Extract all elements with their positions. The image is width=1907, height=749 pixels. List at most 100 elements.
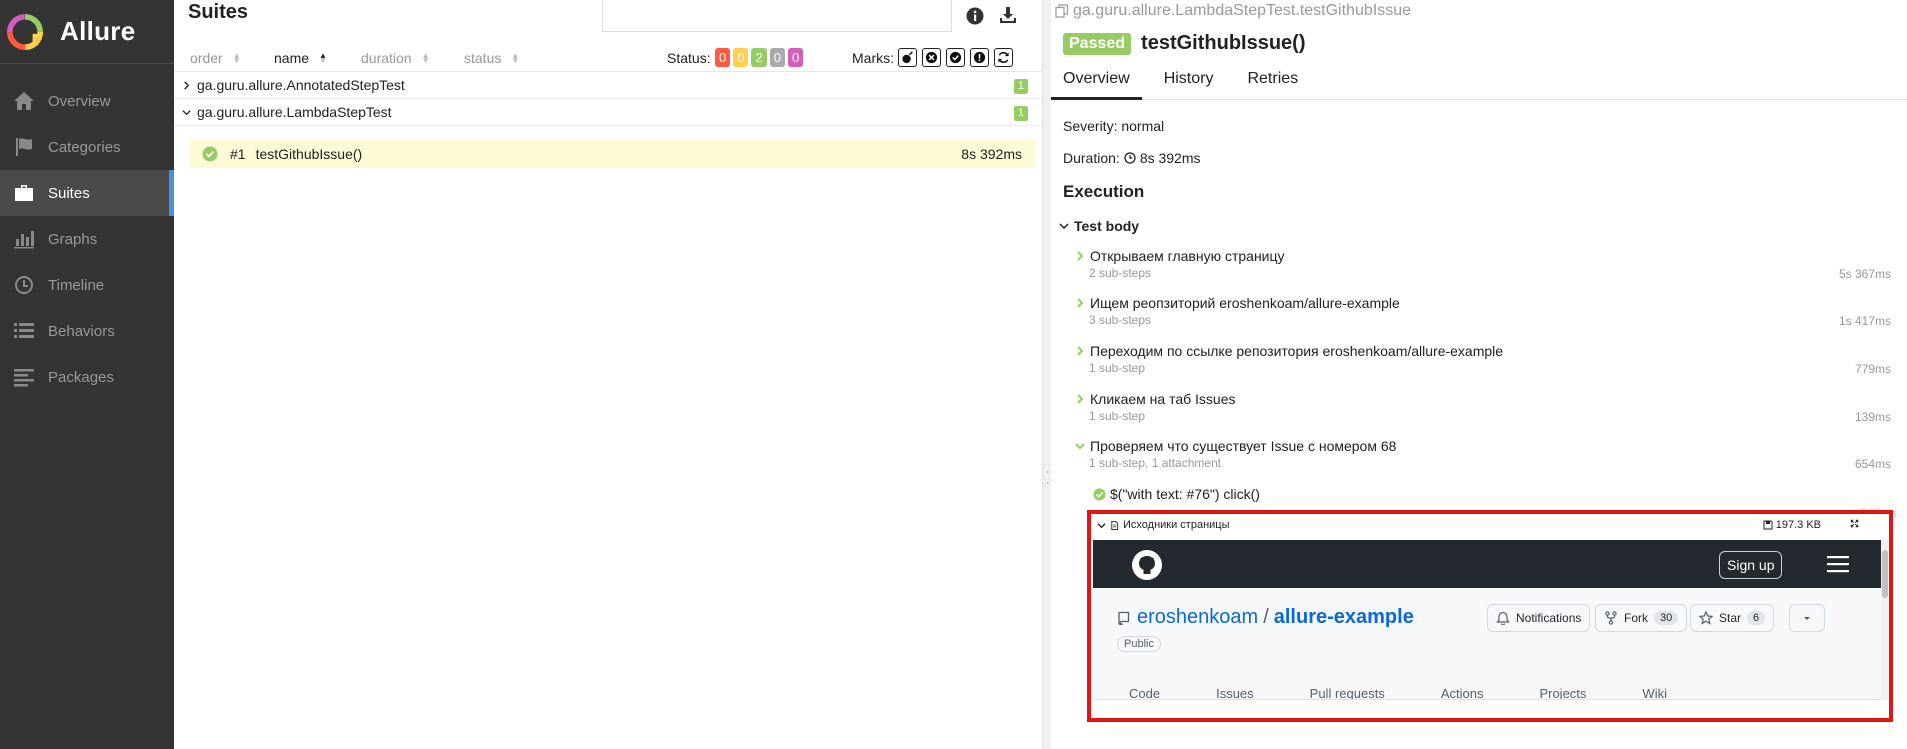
suite-group-row[interactable]: ga.guru.allure.LambdaStepTest 1 <box>174 99 1042 126</box>
tab-history[interactable]: History <box>1152 66 1226 100</box>
chevron-right-icon <box>1077 298 1084 308</box>
sidebar: Allure Overview Categories Suites Graphs… <box>0 0 174 749</box>
step-row[interactable]: Ищем реопзиторий eroshenkoam/allure-exam… <box>1075 295 1895 328</box>
sidebar-item-label: Packages <box>48 368 114 386</box>
github-tab-issues[interactable]: Issues <box>1216 686 1254 699</box>
step-duration: 654ms <box>1854 457 1891 471</box>
github-tab-code[interactable]: Code <box>1129 686 1160 699</box>
test-duration: 8s 392ms <box>961 146 1022 162</box>
severity: Severity: normal <box>1063 118 1165 134</box>
caret-down-icon <box>1804 617 1810 620</box>
github-star-button[interactable]: Star 6 <box>1690 604 1775 632</box>
status-failed-toggle[interactable]: 0 <box>715 48 731 67</box>
status-skipped-toggle[interactable]: 0 <box>769 48 785 67</box>
step-duration: 779ms <box>1854 362 1891 376</box>
status-badge: Passed <box>1063 32 1132 55</box>
sort-order-label: order <box>190 50 223 66</box>
chevron-down-icon <box>1059 223 1069 230</box>
attachment-header[interactable]: Исходники страницы 197.3 KB <box>1091 514 1889 536</box>
sidebar-item-overview[interactable]: Overview <box>0 78 174 124</box>
github-signup-button[interactable]: Sign up <box>1719 551 1783 579</box>
sidebar-item-timeline[interactable]: Timeline <box>0 262 174 308</box>
step-row[interactable]: Кликаем на таб Issues 1 sub-step 139ms <box>1075 391 1895 424</box>
substep-row[interactable]: $("with text: #76") click() <box>1093 486 1260 502</box>
attachment-size-text: 197.3 KB <box>1775 519 1821 531</box>
test-name: testGithubIssue() <box>255 146 363 162</box>
sort-duration[interactable]: duration ▲ ▼ <box>361 50 430 66</box>
sidebar-item-graphs[interactable]: Graphs <box>0 216 174 262</box>
tab-retries[interactable]: Retries <box>1235 66 1310 100</box>
sort-status[interactable]: status ▲ ▼ <box>464 50 519 66</box>
download-icon[interactable] <box>998 5 1018 25</box>
attachment-preview[interactable]: Sign up eroshenkoam / allure-example Pub… <box>1093 540 1885 700</box>
github-fork-count: 30 <box>1654 611 1679 625</box>
times-circle-icon <box>925 51 938 64</box>
execution-title: Execution <box>1063 182 1145 201</box>
clock-icon <box>1124 152 1136 164</box>
github-tab-pulls[interactable]: Pull requests <box>1310 686 1385 699</box>
github-tab-projects[interactable]: Projects <box>1539 686 1586 699</box>
mark-flaky-toggle[interactable] <box>898 48 917 67</box>
status-passed-toggle[interactable]: 2 <box>751 48 767 67</box>
file-icon <box>1111 520 1119 530</box>
sidebar-item-label: Categories <box>48 138 121 156</box>
step-duration: 5s 367ms <box>1838 267 1891 281</box>
step-substeps: 1 sub-step <box>1089 361 1146 375</box>
sort-name[interactable]: name ▲ ▼ <box>274 50 327 66</box>
suite-group-row[interactable]: ga.guru.allure.AnnotatedStepTest 1 <box>174 72 1042 99</box>
chevron-right-icon <box>182 80 192 90</box>
allure-report-app: Allure Overview Categories Suites Graphs… <box>0 0 1907 749</box>
repo-icon <box>1118 611 1130 625</box>
search-input[interactable] <box>602 0 952 32</box>
attachment-name: Исходники страницы <box>1123 519 1230 531</box>
pane-splitter[interactable]: ⋮⋮ <box>1042 0 1059 749</box>
duration-value: 8s 392ms <box>1139 150 1201 166</box>
status-unknown-toggle[interactable]: 0 <box>787 48 804 67</box>
step-row[interactable]: Открываем главную страницу 2 sub-steps 5… <box>1075 248 1895 281</box>
mark-retries-toggle[interactable] <box>994 48 1013 67</box>
hamburger-menu-icon[interactable] <box>1827 555 1849 573</box>
clock-icon <box>12 275 36 295</box>
github-repo-tabs: Code Issues Pull requests Actions Projec… <box>1129 686 1723 699</box>
mark-new-passed-toggle[interactable] <box>946 48 965 67</box>
sort-name-label: name <box>274 50 310 66</box>
passed-status-icon <box>1093 488 1106 500</box>
attachment-scrollbar-thumb[interactable] <box>1882 550 1888 598</box>
step-duration: 139ms <box>1854 410 1891 424</box>
align-left-icon <box>12 367 36 387</box>
page-title: Suites <box>188 1 249 23</box>
github-notifications-label: Notifications <box>1516 611 1582 625</box>
github-fork-button[interactable]: Fork 30 <box>1595 604 1688 632</box>
expand-icon[interactable] <box>1850 519 1859 528</box>
suite-group-name: ga.guru.allure.AnnotatedStepTest <box>197 77 405 93</box>
sidebar-item-categories[interactable]: Categories <box>0 124 174 170</box>
github-notifications-button[interactable]: Notifications <box>1487 604 1591 632</box>
attachment-size[interactable]: 197.3 KB <box>1763 519 1821 531</box>
test-full-name[interactable]: ga.guru.allure.LambdaStepTest.testGithub… <box>1055 2 1411 20</box>
sidebar-item-suites[interactable]: Suites <box>0 170 174 216</box>
github-tab-actions[interactable]: Actions <box>1441 686 1484 699</box>
github-owner-link[interactable]: eroshenkoam <box>1137 606 1258 629</box>
mark-new-failed-toggle[interactable] <box>922 48 941 67</box>
github-repo-link[interactable]: allure-example <box>1274 606 1414 629</box>
step-duration: 1s 417ms <box>1838 314 1891 328</box>
sort-order[interactable]: order ▲ ▼ <box>190 50 241 66</box>
test-body-toggle[interactable]: Test body <box>1059 218 1139 234</box>
step-substeps: 1 sub-step <box>1089 409 1146 423</box>
github-star-label: Star <box>1719 611 1742 625</box>
status-broken-toggle[interactable]: 0 <box>733 48 749 67</box>
step-row[interactable]: Проверяем что существует Issue с номером… <box>1075 438 1895 471</box>
github-tab-wiki[interactable]: Wiki <box>1642 686 1667 699</box>
step-row[interactable]: Переходим по ссылке репозитория eroshenk… <box>1075 343 1895 376</box>
sidebar-item-behaviors[interactable]: Behaviors <box>0 308 174 354</box>
selected-test-row[interactable]: #1 testGithubIssue() 8s 392ms <box>190 140 1036 168</box>
status-filter-label: Status: <box>667 50 711 66</box>
brand[interactable]: Allure <box>0 0 174 64</box>
tab-overview[interactable]: Overview <box>1051 66 1142 100</box>
sidebar-item-packages[interactable]: Packages <box>0 354 174 400</box>
mark-new-broken-toggle[interactable] <box>970 48 989 67</box>
github-star-dropdown[interactable] <box>1789 604 1825 632</box>
chevron-down-icon <box>1075 443 1085 450</box>
marks-filter-label: Marks: <box>852 50 894 66</box>
info-icon[interactable] <box>966 7 984 25</box>
